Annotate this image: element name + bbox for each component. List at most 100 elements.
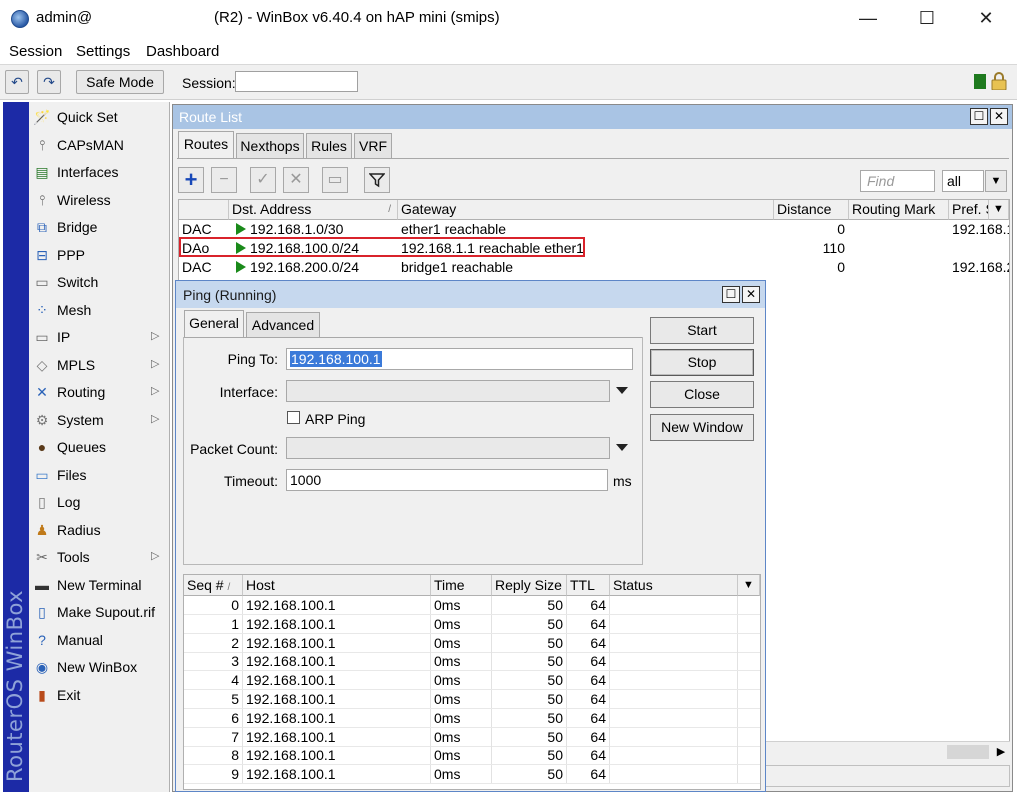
sidebar-item-system[interactable]: ⚙ System ▷ bbox=[29, 407, 169, 434]
comment-route-button[interactable]: ▭ bbox=[322, 167, 348, 193]
sidebar-item-bridge[interactable]: ⧉ Bridge bbox=[29, 214, 169, 241]
ping-result-row[interactable]: 8 192.168.100.1 0ms 50 64 bbox=[184, 746, 760, 766]
interface-dropdown-icon[interactable] bbox=[616, 387, 628, 394]
sidebar-item-switch[interactable]: ▭ Switch bbox=[29, 269, 169, 296]
route-filter-dropdown-icon[interactable]: ▼ bbox=[985, 170, 1007, 192]
ping-result-row[interactable]: 5 192.168.100.1 0ms 50 64 bbox=[184, 690, 760, 709]
enable-route-button[interactable]: ✓ bbox=[250, 167, 276, 193]
route-row[interactable]: DAC 192.168.200.0/24 bridge1 reachable 0 192… bbox=[179, 258, 1009, 277]
ping-to-input[interactable]: 192.168.100.1 bbox=[286, 348, 633, 370]
sidebar-item-log[interactable]: ▯ Log bbox=[29, 489, 169, 516]
sidebar-item-mesh[interactable]: ⁘ Mesh bbox=[29, 297, 169, 324]
route-list-title-bar[interactable]: Route List ☐ ✕ bbox=[173, 105, 1012, 129]
sidebar-item-tools[interactable]: ✂ Tools ▷ bbox=[29, 544, 169, 571]
sidebar-item-files[interactable]: ▭ Files bbox=[29, 462, 169, 489]
start-button[interactable]: Start bbox=[650, 317, 754, 344]
window-title-bar[interactable]: admin@ (R2) - WinBox v6.40.4 on hAP mini… bbox=[0, 0, 1017, 38]
col-routing-mark[interactable]: Routing Mark bbox=[849, 200, 949, 220]
ping-title-bar[interactable]: Ping (Running) ☐ ✕ bbox=[176, 281, 765, 308]
tab-routes[interactable]: Routes bbox=[178, 131, 234, 159]
stop-button[interactable]: Stop bbox=[650, 349, 754, 376]
sidebar-item-mpls[interactable]: ◇ MPLS ▷ bbox=[29, 352, 169, 379]
manual-icon: ? bbox=[38, 631, 46, 648]
ping-close-button[interactable]: ✕ bbox=[742, 286, 760, 303]
col-distance[interactable]: Distance bbox=[774, 200, 849, 220]
minimize-button[interactable]: — bbox=[858, 8, 878, 28]
sidebar-item-wireless[interactable]: ⫯ Wireless bbox=[29, 187, 169, 214]
menu-dashboard[interactable]: Dashboard bbox=[146, 43, 219, 60]
ping-maximize-button[interactable]: ☐ bbox=[722, 286, 740, 303]
col-host[interactable]: Host bbox=[243, 575, 431, 596]
columns-menu-button[interactable]: ▼ bbox=[989, 200, 1009, 220]
timeout-input[interactable]: 1000 bbox=[286, 469, 608, 491]
col-reply-size[interactable]: Reply Size bbox=[492, 575, 567, 596]
col-time[interactable]: Time bbox=[431, 575, 492, 596]
col-flags[interactable] bbox=[179, 200, 229, 220]
col-dst-address[interactable]: Dst. Address / bbox=[229, 200, 398, 220]
route-filter-select[interactable]: all bbox=[942, 170, 984, 192]
scroll-right-icon[interactable]: ▶ bbox=[993, 744, 1009, 760]
routeros-brand-bar: RouterOS WinBox bbox=[3, 102, 29, 792]
ping-result-row[interactable]: 3 192.168.100.1 0ms 50 64 bbox=[184, 652, 760, 672]
sidebar-item-ppp[interactable]: ⊟ PPP bbox=[29, 242, 169, 269]
col-pref-src[interactable]: Pref. S bbox=[949, 200, 989, 220]
ping-result-row[interactable]: 2 192.168.100.1 0ms 50 64 bbox=[184, 633, 760, 653]
maximize-button[interactable]: ☐ bbox=[917, 8, 937, 28]
close-button[interactable]: Close bbox=[650, 381, 754, 408]
ping-host: 192.168.100.1 bbox=[243, 765, 431, 784]
packet-count-dropdown-icon[interactable] bbox=[616, 444, 628, 451]
sidebar-item-exit[interactable]: ▮ Exit bbox=[29, 682, 169, 709]
sidebar-item-capsman[interactable]: ⫯ CAPsMAN bbox=[29, 132, 169, 159]
ping-result-row[interactable]: 1 192.168.100.1 0ms 50 64 bbox=[184, 614, 760, 634]
close-window-button[interactable]: ✕ bbox=[976, 8, 996, 28]
tab-nexthops[interactable]: Nexthops bbox=[236, 133, 304, 159]
route-list-close-button[interactable]: ✕ bbox=[990, 108, 1008, 125]
tab-general[interactable]: General bbox=[184, 310, 244, 338]
queues-icon: ● bbox=[37, 439, 47, 455]
add-route-button[interactable]: + bbox=[178, 167, 204, 193]
remove-route-button[interactable]: − bbox=[211, 167, 237, 193]
ping-columns-menu-button[interactable]: ▼ bbox=[738, 575, 760, 596]
sidebar-item-make-supout-rif[interactable]: ▯ Make Supout.rif bbox=[29, 599, 169, 626]
ping-result-row[interactable]: 9 192.168.100.1 0ms 50 64 bbox=[184, 765, 760, 785]
disable-route-button[interactable]: ✕ bbox=[283, 167, 309, 193]
sidebar-item-label: Files bbox=[57, 466, 87, 483]
redo-button[interactable]: ↷ bbox=[37, 70, 61, 94]
col-status[interactable]: Status bbox=[610, 575, 738, 596]
tab-rules[interactable]: Rules bbox=[306, 133, 352, 159]
sidebar-item-interfaces[interactable]: ▤ Interfaces bbox=[29, 159, 169, 186]
sidebar-item-new-terminal[interactable]: ▬ New Terminal bbox=[29, 572, 169, 599]
sidebar-item-routing[interactable]: ✕ Routing ▷ bbox=[29, 379, 169, 406]
ping-result-row[interactable]: 4 192.168.100.1 0ms 50 64 bbox=[184, 671, 760, 691]
new-window-button[interactable]: New Window bbox=[650, 414, 754, 441]
menu-settings[interactable]: Settings bbox=[76, 43, 130, 60]
tab-advanced[interactable]: Advanced bbox=[246, 312, 320, 338]
filter-button[interactable] bbox=[364, 167, 390, 193]
capsman-icon: ⫯ bbox=[38, 136, 46, 153]
col-seq[interactable]: Seq # / bbox=[184, 575, 243, 596]
route-pref-src: 192.168.2 bbox=[952, 259, 1009, 275]
ping-result-row[interactable]: 7 192.168.100.1 0ms 50 64 bbox=[184, 727, 760, 747]
session-input[interactable] bbox=[235, 71, 358, 92]
sidebar-item-radius[interactable]: ♟ Radius bbox=[29, 517, 169, 544]
arp-ping-checkbox[interactable] bbox=[287, 411, 300, 424]
route-list-maximize-button[interactable]: ☐ bbox=[970, 108, 988, 125]
col-ttl[interactable]: TTL bbox=[567, 575, 610, 596]
ping-result-row[interactable]: 0 192.168.100.1 0ms 50 64 bbox=[184, 596, 760, 615]
interface-select[interactable] bbox=[286, 380, 610, 402]
sidebar-item-new-winbox[interactable]: ◉ New WinBox bbox=[29, 654, 169, 681]
route-pref-src: 192.168.1 bbox=[952, 221, 1009, 237]
sidebar-item-queues[interactable]: ● Queues bbox=[29, 434, 169, 461]
safe-mode-button[interactable]: Safe Mode bbox=[76, 70, 164, 94]
hscroll-thumb[interactable] bbox=[947, 745, 989, 759]
menu-session[interactable]: Session bbox=[9, 43, 62, 60]
tab-vrf[interactable]: VRF bbox=[354, 133, 392, 159]
route-find-input[interactable]: Find bbox=[860, 170, 935, 192]
ping-result-row[interactable]: 6 192.168.100.1 0ms 50 64 bbox=[184, 708, 760, 728]
packet-count-select[interactable] bbox=[286, 437, 610, 459]
sidebar-item-manual[interactable]: ? Manual bbox=[29, 627, 169, 654]
col-gateway[interactable]: Gateway bbox=[398, 200, 774, 220]
sidebar-item-ip[interactable]: ▭ IP ▷ bbox=[29, 324, 169, 351]
sidebar-item-quick-set[interactable]: 🪄 Quick Set bbox=[29, 104, 169, 131]
undo-button[interactable]: ↶ bbox=[5, 70, 29, 94]
